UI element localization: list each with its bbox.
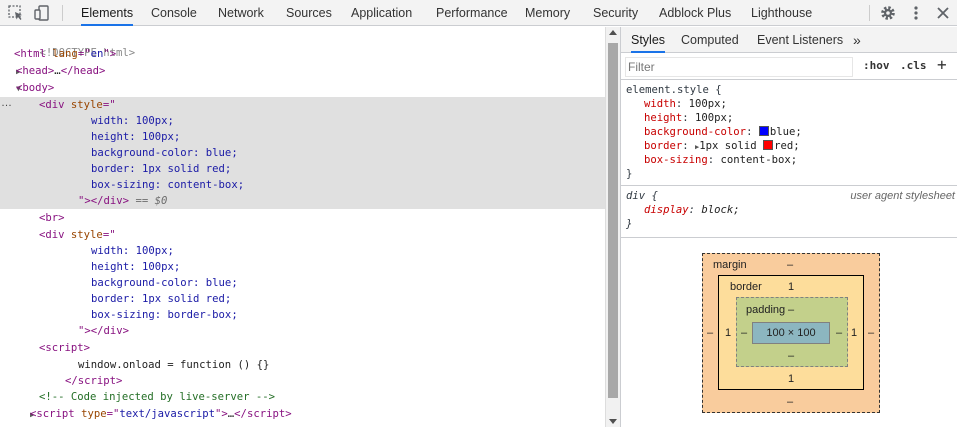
border-bottom-value[interactable]: 1	[788, 373, 794, 385]
more-tabs-chevron-icon[interactable]: »	[853, 27, 861, 53]
box-model-content[interactable]: 100 × 100	[752, 322, 830, 344]
ua-selector: div {user agent stylesheet	[626, 190, 955, 202]
script-close-tag: </script>	[65, 375, 123, 387]
color-swatch-red[interactable]	[763, 140, 774, 150]
inspect-icon[interactable]	[7, 4, 25, 22]
dom-node-script[interactable]: <script>	[0, 340, 605, 356]
dom-node-head[interactable]: ▶<head>…</head>	[0, 63, 605, 79]
style-declaration-border[interactable]: border: ▶1px solid red;	[621, 139, 957, 153]
close-icon[interactable]	[934, 4, 952, 22]
expand-triangle-icon[interactable]: ▶	[0, 64, 21, 80]
script-body-text: window.onload = function () {}	[78, 359, 270, 371]
scroll-down-arrow-icon[interactable]	[609, 419, 617, 424]
styles-filter-row: :hov .cls +	[621, 54, 957, 80]
border-label: border	[730, 281, 762, 293]
div2-style-line: box-sizing: border-box;	[91, 309, 238, 321]
tab-event-listeners[interactable]: Event Listeners	[757, 27, 843, 53]
element-style-rule: element.style { width: 100px; height: 10…	[621, 83, 957, 181]
div2-style-line: height: 100px;	[91, 261, 181, 273]
margin-top-value[interactable]: –	[787, 259, 793, 271]
div1-style-line: background-color: blue;	[91, 147, 238, 159]
tab-application[interactable]: Application	[351, 0, 412, 26]
elements-scrollbar-thumb[interactable]	[608, 43, 618, 398]
ua-declaration-display: display: block;	[644, 204, 740, 216]
dom-node-comment[interactable]: <!-- Code injected by live-server -->	[0, 389, 605, 405]
border-top-value[interactable]: 1	[788, 281, 794, 293]
div2-style-line: background-color: blue;	[91, 277, 238, 289]
tab-styles[interactable]: Styles	[631, 27, 666, 53]
new-style-rule-button[interactable]: +	[937, 55, 947, 74]
user-agent-stylesheet-label: user agent stylesheet	[850, 190, 955, 202]
tab-performance[interactable]: Performance	[436, 0, 508, 26]
margin-right-value[interactable]: –	[868, 327, 874, 339]
toolbar-separator	[62, 5, 63, 21]
hov-toggle-button[interactable]: :hov	[863, 59, 890, 72]
devtools-toolbar: Elements Console Network Sources Applica…	[0, 0, 957, 26]
margin-bottom-value[interactable]: –	[787, 396, 793, 408]
dom-node-html[interactable]: <html lang="en">	[0, 46, 605, 62]
div1-style-line: border: 1px solid red;	[91, 163, 232, 175]
rule-separator	[621, 185, 957, 186]
div2-style-line: border: 1px solid red;	[91, 293, 232, 305]
rule-separator	[621, 237, 957, 238]
cls-toggle-button[interactable]: .cls	[900, 59, 927, 72]
padding-top-value[interactable]: –	[788, 304, 794, 316]
div1-close-tag: "></div> == $0	[78, 195, 168, 207]
color-swatch-blue[interactable]	[758, 126, 769, 136]
dom-node-body[interactable]: ▼<body>	[0, 80, 605, 96]
rule-close-brace: }	[626, 218, 633, 230]
styles-pane-tabbar: Styles Computed Event Listeners »	[621, 27, 957, 53]
selected-element-marker: == $0	[135, 195, 168, 207]
tab-memory[interactable]: Memory	[525, 0, 570, 26]
div2-close-tag: "></div>	[78, 325, 130, 337]
margin-label: margin	[713, 259, 747, 271]
dom-tree-panel: <!DOCTYPE html> <html lang="en"> ▶<head>…	[0, 27, 605, 427]
element-style-selector: element.style {	[626, 84, 722, 96]
scroll-up-arrow-icon[interactable]	[609, 30, 617, 35]
device-toolbar-icon[interactable]	[33, 4, 51, 22]
dom-node-div-2[interactable]: <div style="	[0, 227, 605, 243]
div1-style-line: box-sizing: content-box;	[91, 179, 245, 191]
style-declaration-width[interactable]: width: 100px;	[621, 97, 957, 111]
div2-style-line: width: 100px;	[91, 245, 174, 257]
dom-node-injected-script[interactable]: ▶<script type="text/javascript">…</scrip…	[0, 406, 605, 422]
dom-node-br[interactable]: <br>	[0, 210, 605, 226]
tab-elements[interactable]: Elements	[81, 0, 134, 26]
padding-right-value[interactable]: –	[836, 327, 842, 339]
padding-label: padding	[746, 304, 786, 316]
toolbar-separator	[869, 5, 870, 21]
more-vertical-icon[interactable]	[907, 4, 925, 22]
div1-style-line: height: 100px;	[91, 131, 181, 143]
tab-lighthouse[interactable]: Lighthouse	[751, 0, 812, 26]
style-declaration-background-color[interactable]: background-color: blue;	[621, 125, 957, 139]
border-right-value[interactable]: 1	[851, 327, 857, 339]
tab-console[interactable]: Console	[151, 0, 197, 26]
tab-network[interactable]: Network	[218, 0, 264, 26]
tab-sources[interactable]: Sources	[286, 0, 332, 26]
style-declaration-height[interactable]: height: 100px;	[621, 111, 957, 125]
padding-left-value[interactable]: –	[741, 327, 747, 339]
padding-bottom-value[interactable]: –	[788, 350, 794, 362]
dom-node-doctype[interactable]: <!DOCTYPE html>	[0, 29, 605, 59]
settings-gear-icon[interactable]	[879, 4, 897, 22]
border-left-value[interactable]: 1	[725, 327, 731, 339]
div-open-tag: <div style="	[39, 99, 116, 111]
user-agent-rule: div {user agent stylesheet display: bloc…	[621, 189, 957, 231]
rule-close-brace: }	[626, 168, 633, 180]
styles-filter-input[interactable]	[625, 57, 853, 77]
collapse-triangle-icon[interactable]: ▼	[0, 81, 21, 97]
tab-computed[interactable]: Computed	[681, 27, 739, 53]
expand-triangle-icon[interactable]: ▶	[0, 407, 35, 423]
div1-style-line: width: 100px;	[91, 115, 174, 127]
tab-adblock-plus[interactable]: Adblock Plus	[659, 0, 731, 26]
margin-left-value[interactable]: –	[707, 327, 713, 339]
style-declaration-box-sizing[interactable]: box-sizing: content-box;	[621, 153, 957, 167]
tab-security[interactable]: Security	[593, 0, 638, 26]
